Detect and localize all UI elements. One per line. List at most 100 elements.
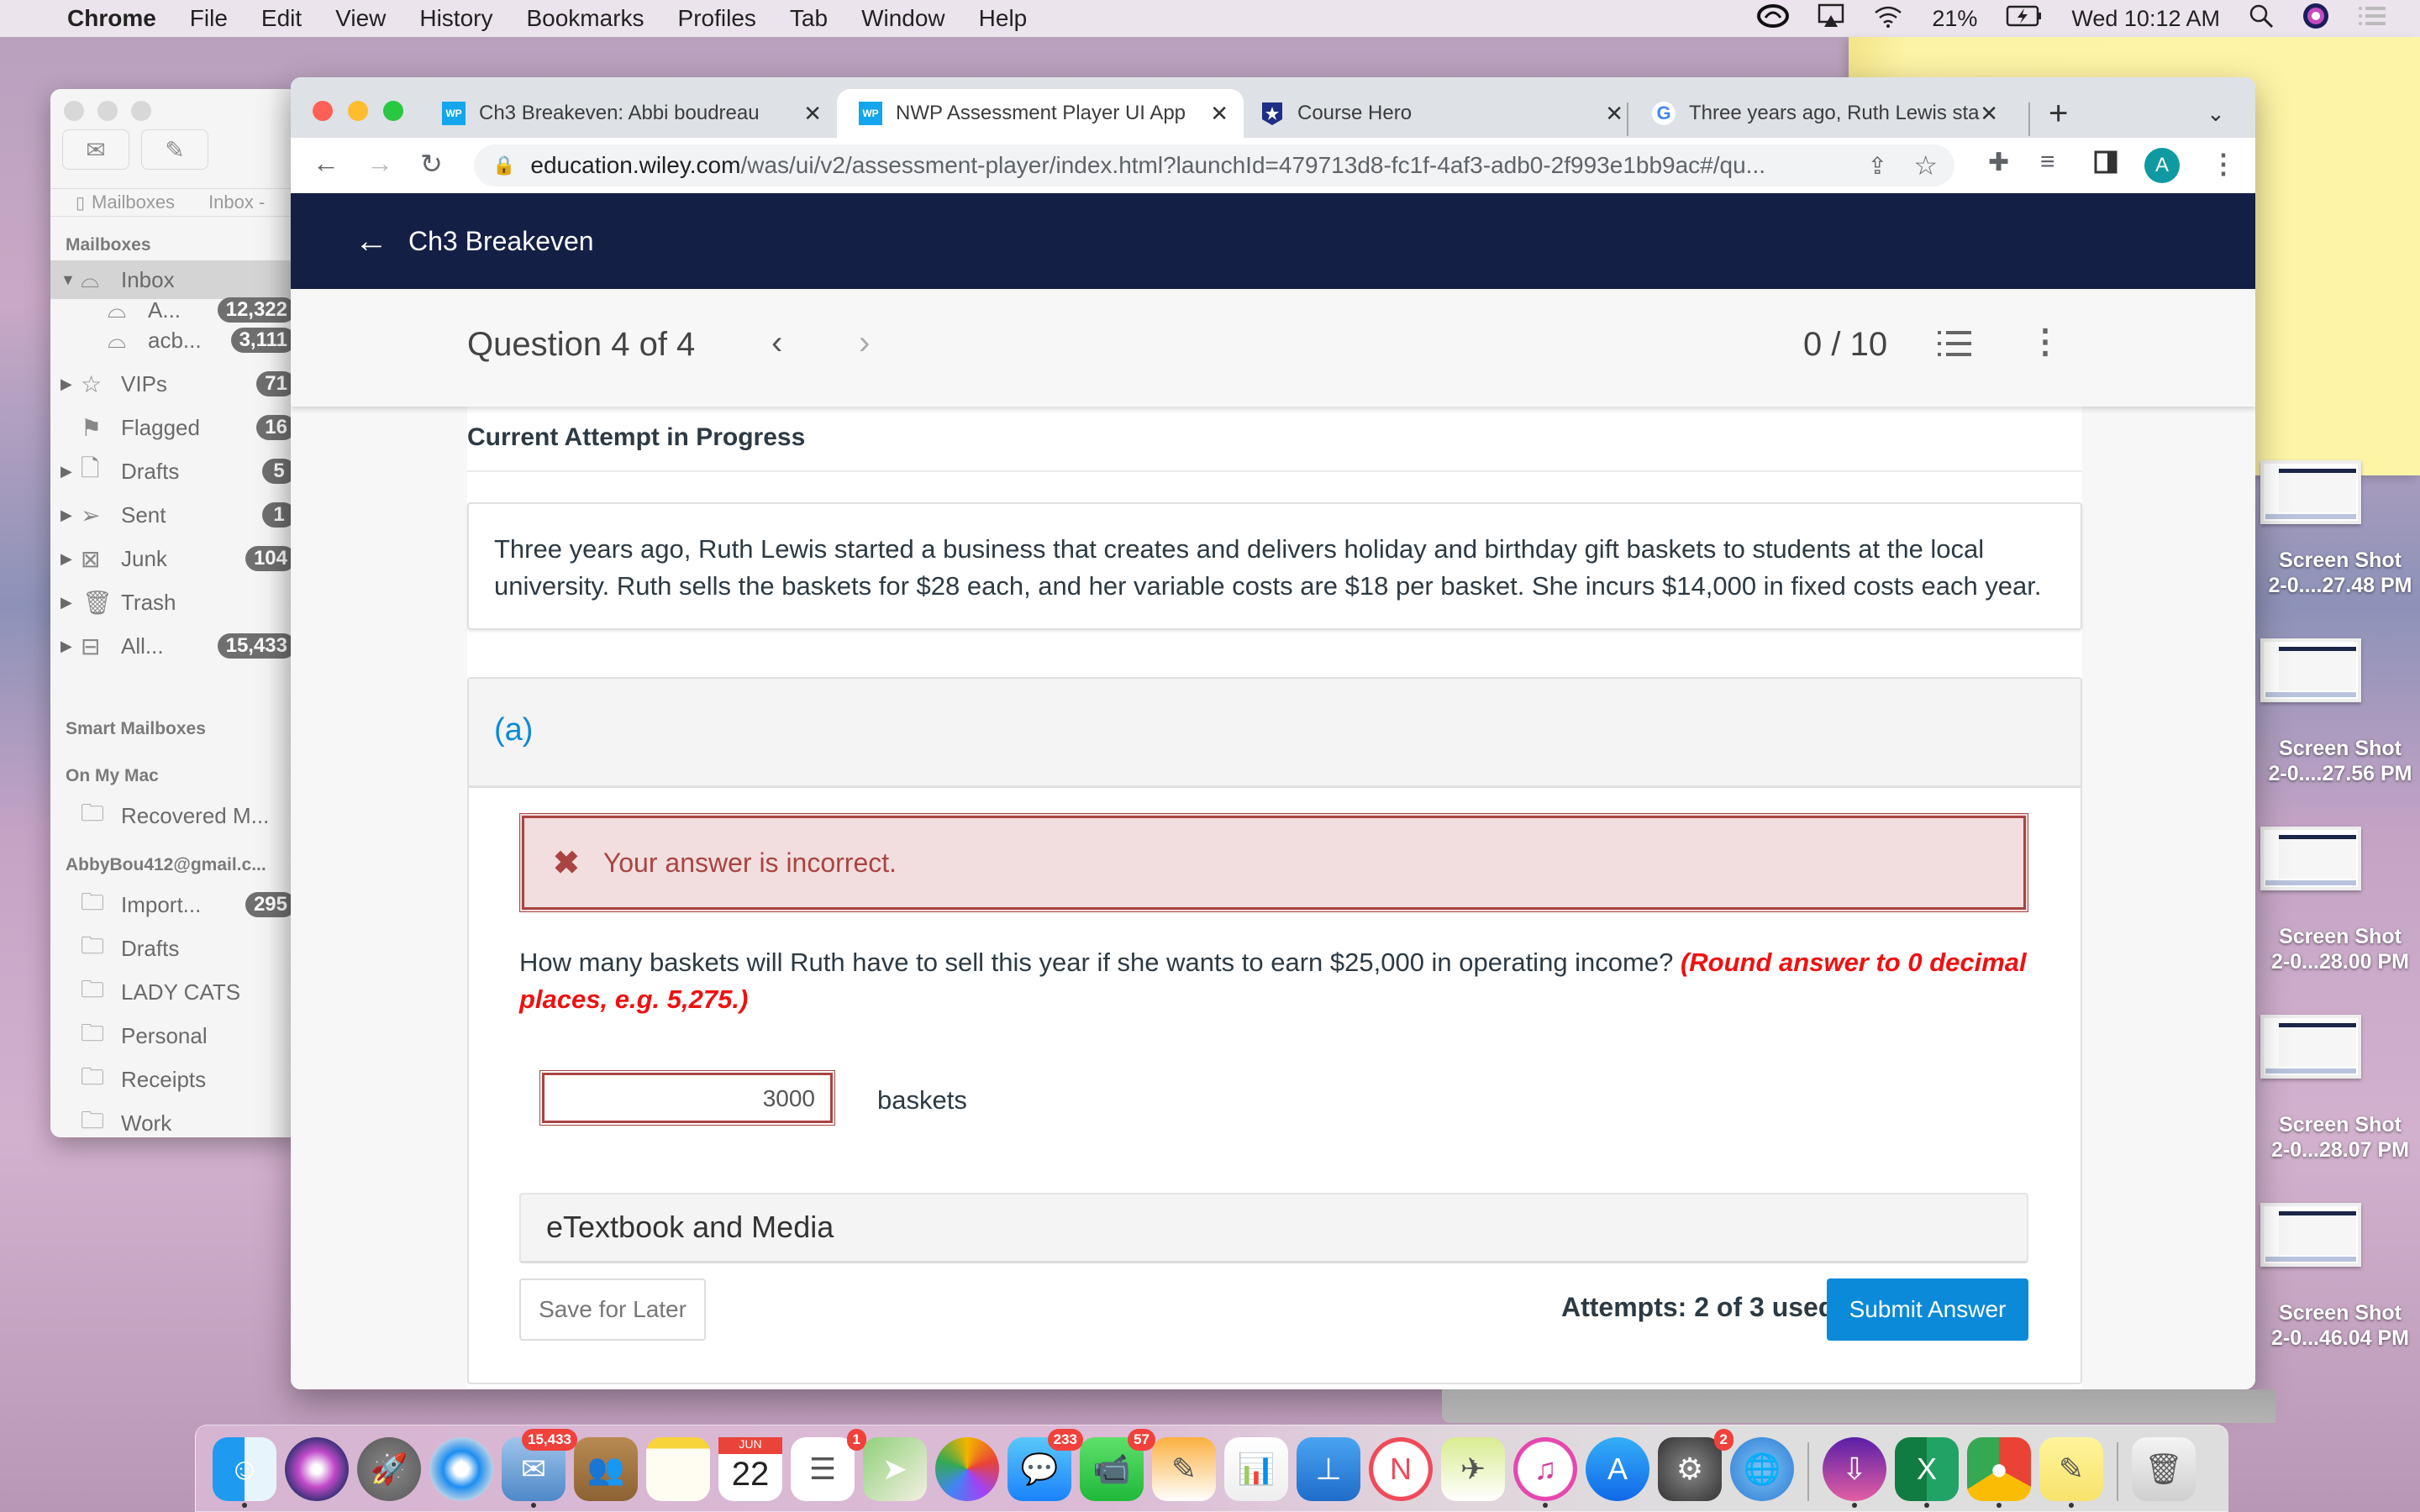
- menu-profiles[interactable]: Profiles: [678, 5, 756, 32]
- side-panel-icon[interactable]: [2094, 150, 2118, 181]
- tab-close-icon[interactable]: ✕: [1210, 101, 1228, 127]
- disclosure-closed-icon[interactable]: ▶: [60, 638, 72, 655]
- back-arrow-icon[interactable]: ←: [355, 223, 388, 260]
- folder-receipts[interactable]: 🗀 Receipts: [50, 1060, 302, 1099]
- dock-contacts[interactable]: 👥: [574, 1437, 638, 1501]
- menu-history[interactable]: History: [419, 5, 492, 32]
- tab-google-search[interactable]: G Three years ago, Ruth Lewis sta ✕: [1635, 89, 2013, 138]
- tab-ch3-breakeven[interactable]: WP Ch3 Breakeven: Abbi boudreau ✕: [442, 89, 837, 138]
- desktop-file-thumbnail[interactable]: [2260, 827, 2361, 890]
- section-smart-mailboxes[interactable]: Smart Mailboxes: [66, 719, 206, 739]
- etextbook-media-panel[interactable]: eTextbook and Media: [519, 1193, 2028, 1263]
- mailbox-account-acb[interactable]: ⌓ acb... 3,111: [50, 321, 302, 360]
- dock-system-preferences[interactable]: ⚙ 2: [1658, 1429, 1733, 1501]
- bookmark-star-icon[interactable]: ☆: [1913, 150, 1938, 181]
- more-options-icon[interactable]: ⋮: [2028, 323, 2062, 361]
- kebab-menu-icon[interactable]: ⋮: [2210, 148, 2237, 180]
- disclosure-open-icon[interactable]: ▼: [60, 271, 76, 289]
- save-for-later-button[interactable]: Save for Later: [519, 1278, 706, 1341]
- reload-button[interactable]: ↻: [420, 148, 443, 180]
- creative-cloud-icon[interactable]: [1757, 3, 1790, 34]
- dock-launchpad[interactable]: 🚀: [357, 1437, 421, 1501]
- dock-notes[interactable]: [646, 1437, 710, 1501]
- menu-app-name[interactable]: Chrome: [67, 5, 156, 32]
- section-account[interactable]: AbbyBou412@gmail.c...: [66, 855, 266, 875]
- media-control-icon[interactable]: ≡: [2040, 148, 2055, 176]
- folder-import[interactable]: 🗀 Import... 295: [50, 885, 302, 924]
- dock-excel[interactable]: X: [1895, 1437, 1959, 1501]
- folder-drafts[interactable]: 🗀 Drafts: [50, 929, 302, 968]
- folder-personal[interactable]: 🗀 Personal: [50, 1016, 302, 1055]
- close-window-button[interactable]: [64, 101, 84, 121]
- menu-help[interactable]: Help: [979, 5, 1028, 32]
- desktop-file-thumbnail[interactable]: [2260, 1015, 2361, 1079]
- mailbox-drafts[interactable]: ▶ 🗋 Drafts 5: [50, 452, 302, 491]
- dock-app-store[interactable]: A: [1586, 1437, 1649, 1501]
- siri-icon[interactable]: [2302, 3, 2329, 35]
- dock-reminders[interactable]: ☰ 1: [791, 1429, 866, 1501]
- address-bar[interactable]: 🔒 education.wiley.com /was/ui/v2/assessm…: [474, 144, 1954, 186]
- dock-safari[interactable]: ✧: [429, 1437, 493, 1501]
- dock-macos-installer[interactable]: ⇩: [1823, 1437, 1886, 1501]
- menu-window[interactable]: Window: [861, 5, 945, 32]
- question-list-icon[interactable]: [1938, 329, 1971, 362]
- mailbox-junk[interactable]: ▶ ⊠ Junk 104: [50, 539, 302, 578]
- desktop-file-thumbnail[interactable]: [2260, 1203, 2361, 1267]
- mailbox-all[interactable]: ▶ ⊟ All... 15,433: [50, 627, 302, 665]
- tab-close-icon[interactable]: ✕: [803, 101, 822, 127]
- minimize-window-button[interactable]: [97, 101, 118, 121]
- dock-trash[interactable]: 🗑: [2132, 1437, 2196, 1501]
- dock-photos[interactable]: [935, 1437, 999, 1501]
- dock-maps[interactable]: ➤: [863, 1437, 927, 1501]
- disclosure-closed-icon[interactable]: ▶: [60, 375, 72, 393]
- disclosure-closed-icon[interactable]: ▶: [60, 550, 72, 568]
- extensions-puzzle-icon[interactable]: ✚: [1988, 148, 2009, 177]
- profile-avatar[interactable]: A: [2144, 148, 2180, 183]
- desktop-file-thumbnail[interactable]: [2260, 460, 2361, 524]
- folder-lady-cats[interactable]: 🗀 LADY CATS: [50, 973, 302, 1011]
- answer-input[interactable]: 3000: [539, 1070, 835, 1126]
- minimize-window-button[interactable]: [348, 101, 368, 121]
- dock-stickies[interactable]: ✎: [2039, 1437, 2103, 1501]
- get-mail-button[interactable]: ✉: [62, 129, 129, 170]
- notification-center-icon[interactable]: [2358, 5, 2386, 33]
- mailbox-sent[interactable]: ▶ ➢ Sent 1: [50, 496, 302, 534]
- disclosure-closed-icon[interactable]: ▶: [60, 594, 72, 612]
- zoom-window-button[interactable]: [383, 101, 403, 121]
- folder-recovered[interactable]: 🗀 Recovered M...: [50, 796, 302, 835]
- forward-button[interactable]: →: [366, 148, 393, 179]
- menu-edit[interactable]: Edit: [261, 5, 302, 32]
- previous-question-button[interactable]: ‹: [771, 324, 782, 362]
- tab-nwp-assessment[interactable]: WP NWP Assessment Player UI App ✕: [837, 89, 1244, 138]
- lock-icon[interactable]: 🔒: [492, 155, 515, 176]
- dock-mail[interactable]: ✉ 15,433: [502, 1429, 577, 1501]
- close-window-button[interactable]: [313, 101, 333, 121]
- compose-button[interactable]: ✎: [141, 129, 208, 170]
- inbox-tab[interactable]: Inbox -: [208, 192, 265, 213]
- desktop-file-thumbnail[interactable]: [2260, 638, 2361, 702]
- dock-numbers[interactable]: 📊: [1224, 1437, 1288, 1501]
- dock-pages[interactable]: ✎: [1152, 1437, 1216, 1501]
- disclosure-closed-icon[interactable]: ▶: [60, 507, 72, 524]
- dock-finder[interactable]: ☺: [213, 1437, 276, 1501]
- menu-view[interactable]: View: [335, 5, 386, 32]
- mailbox-flagged[interactable]: ⚑ Flagged 16: [50, 408, 302, 447]
- mailbox-vips[interactable]: ▶ ☆ VIPs 71: [50, 365, 302, 403]
- share-icon[interactable]: ⇪: [1868, 152, 1887, 180]
- tab-close-icon[interactable]: ✕: [1980, 101, 1998, 127]
- tab-course-hero[interactable]: Course Hero ✕: [1244, 89, 1639, 138]
- desktop-file-label[interactable]: Screen Shot 2-0....27.48 PM: [2260, 548, 2420, 598]
- back-button[interactable]: ←: [313, 148, 339, 179]
- sidebar-toggle-icon[interactable]: ▯: [76, 192, 85, 213]
- desktop-file-label[interactable]: Screen Shot 2-0...28.00 PM: [2260, 924, 2420, 974]
- dock-messages[interactable]: 💬 233: [1007, 1429, 1083, 1501]
- folder-work[interactable]: 🗀 Work: [50, 1104, 302, 1137]
- dock-calendar[interactable]: JUN 22: [718, 1437, 782, 1501]
- desktop-file-label[interactable]: Screen Shot 2-0...46.04 PM: [2260, 1300, 2420, 1351]
- wifi-icon[interactable]: [1873, 3, 1903, 34]
- disclosure-closed-icon[interactable]: ▶: [60, 463, 72, 480]
- menu-tab[interactable]: Tab: [790, 5, 828, 32]
- dock-news[interactable]: N: [1369, 1437, 1433, 1501]
- dock-itunes[interactable]: ♫: [1513, 1437, 1577, 1501]
- new-tab-button[interactable]: +: [2049, 89, 2068, 138]
